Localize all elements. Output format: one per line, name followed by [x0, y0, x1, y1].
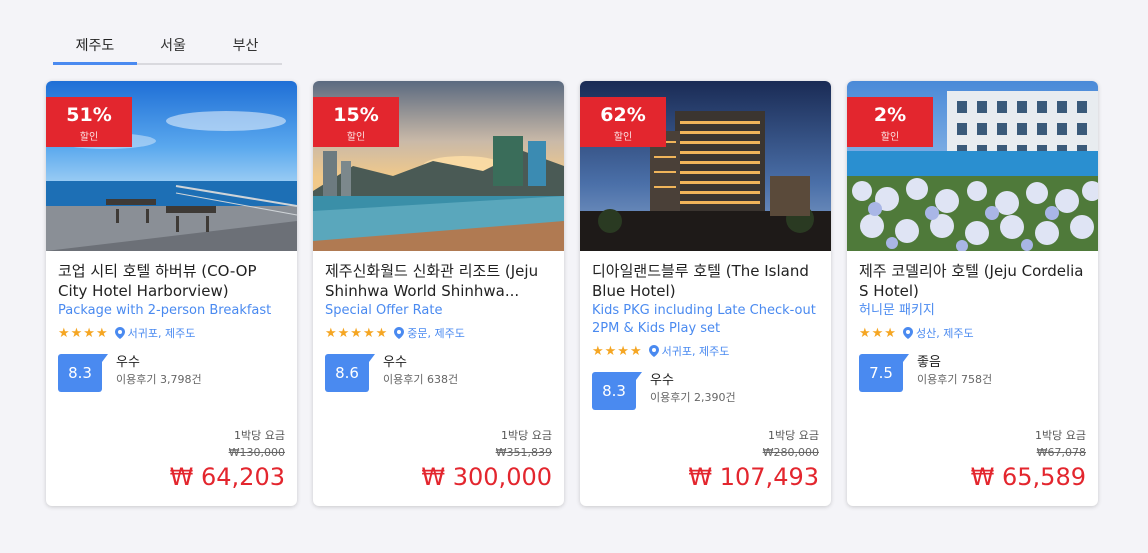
discount-percent: 15% — [333, 104, 379, 126]
discount-percent: 2% — [873, 104, 907, 126]
review-rating: 8.3 우수 이용후기 2,390건 — [592, 372, 819, 410]
rating-word: 우수 — [383, 355, 407, 370]
hotel-location: 서귀포, 제주도 — [661, 345, 730, 358]
discount-label: 할인 — [79, 132, 99, 143]
discount-percent: 51% — [66, 104, 112, 126]
tab-jeju[interactable]: 제주도 — [53, 26, 137, 65]
price-label: 1박당 요금 — [234, 429, 285, 442]
original-price: ₩67,078 — [1036, 446, 1086, 459]
hotel-photo[interactable]: 51% 할인 — [46, 81, 297, 251]
review-count: 이용후기 638건 — [383, 373, 459, 386]
hotel-location: 서귀포, 제주도 — [127, 327, 196, 340]
discount-badge: 2% 할인 — [847, 97, 933, 147]
star-rating: ★★★ — [859, 325, 897, 341]
review-rating: 7.5 좋음 이용후기 758건 — [859, 354, 1086, 392]
hotel-photo[interactable]: 62% 할인 — [580, 81, 831, 251]
discount-badge: 51% 할인 — [46, 97, 132, 147]
tab-seoul[interactable]: 서울 — [137, 26, 209, 63]
hotel-card[interactable]: 2% 할인 제주 코델리아 호텔 (Jeju Cordelia S Hotel)… — [847, 81, 1098, 506]
price-block: 1박당 요금 ₩67,078 ₩ 65,589 — [971, 428, 1086, 492]
rating-word: 우수 — [116, 355, 140, 370]
hotel-name[interactable]: 제주 코델리아 호텔 (Jeju Cordelia S Hotel) — [859, 261, 1086, 301]
star-rating: ★★★★ — [592, 343, 643, 359]
sale-price: ₩ 64,203 — [169, 463, 285, 491]
rating-word: 우수 — [650, 373, 674, 388]
map-pin-icon — [394, 324, 405, 343]
review-rating: 8.3 우수 이용후기 3,798건 — [58, 354, 285, 392]
sale-price: ₩ 300,000 — [421, 463, 552, 491]
original-price: ₩351,839 — [495, 446, 552, 459]
price-block: 1박당 요금 ₩280,000 ₩ 107,493 — [688, 428, 819, 492]
hotel-card[interactable]: 62% 할인 디아일랜드블루 호텔 (The Island Blue Hotel… — [580, 81, 831, 506]
discount-percent: 62% — [600, 104, 646, 126]
review-score: 7.5 — [859, 354, 909, 392]
hotel-name[interactable]: 코업 시티 호텔 하버뷰 (CO-OP City Hotel Harborvie… — [58, 261, 285, 301]
package-offer: Special Offer Rate — [325, 303, 443, 318]
discount-badge: 62% 할인 — [580, 97, 666, 147]
package-offer: 허니문 패키지 — [859, 303, 935, 318]
sale-price: ₩ 107,493 — [688, 463, 819, 491]
package-offer: Package with 2-person Breakfast — [58, 303, 272, 318]
price-block: 1박당 요금 ₩351,839 ₩ 300,000 — [421, 428, 552, 492]
review-count: 이용후기 2,390건 — [650, 391, 736, 404]
hotel-card[interactable]: 51% 할인 코업 시티 호텔 하버뷰 (CO-OP City Hotel Ha… — [46, 81, 297, 506]
hotel-name[interactable]: 제주신화월드 신화관 리조트 (Jeju Shinhwa World Shinh… — [325, 261, 552, 301]
review-count: 이용후기 3,798건 — [116, 373, 202, 386]
hotel-location: 중문, 제주도 — [407, 327, 465, 340]
review-score: 8.3 — [592, 372, 642, 410]
map-pin-icon — [902, 324, 913, 343]
price-label: 1박당 요금 — [1035, 429, 1086, 442]
price-label: 1박당 요금 — [768, 429, 819, 442]
review-score: 8.6 — [325, 354, 375, 392]
discount-badge: 15% 할인 — [313, 97, 399, 147]
hotel-name[interactable]: 디아일랜드블루 호텔 (The Island Blue Hotel) — [592, 261, 819, 301]
star-rating: ★★★★★ — [325, 325, 389, 341]
tab-busan[interactable]: 부산 — [209, 26, 282, 63]
original-price: ₩130,000 — [228, 446, 285, 459]
map-pin-icon — [114, 324, 125, 343]
discount-label: 할인 — [880, 132, 900, 143]
rating-word: 좋음 — [917, 355, 941, 370]
review-rating: 8.6 우수 이용후기 638건 — [325, 354, 552, 392]
hotel-card[interactable]: 15% 할인 제주신화월드 신화관 리조트 (Jeju Shinhwa Worl… — [313, 81, 564, 506]
price-block: 1박당 요금 ₩130,000 ₩ 64,203 — [170, 428, 285, 492]
price-label: 1박당 요금 — [501, 429, 552, 442]
hotel-photo[interactable]: 2% 할인 — [847, 81, 1098, 251]
sale-price: ₩ 65,589 — [970, 463, 1086, 491]
map-pin-icon — [648, 342, 659, 361]
discount-label: 할인 — [613, 132, 633, 143]
package-offer: Kids PKG including Late Check-out 2PM & … — [592, 303, 816, 336]
hotel-photo[interactable]: 15% 할인 — [313, 81, 564, 251]
hotel-card-list: 51% 할인 코업 시티 호텔 하버뷰 (CO-OP City Hotel Ha… — [46, 81, 1098, 506]
original-price: ₩280,000 — [762, 446, 819, 459]
review-score: 8.3 — [58, 354, 108, 392]
discount-label: 할인 — [346, 132, 366, 143]
hotel-location: 성산, 제주도 — [915, 327, 974, 340]
city-tabs: 제주도 서울 부산 — [53, 26, 282, 65]
review-count: 이용후기 758건 — [917, 373, 993, 386]
star-rating: ★★★★ — [58, 325, 109, 341]
